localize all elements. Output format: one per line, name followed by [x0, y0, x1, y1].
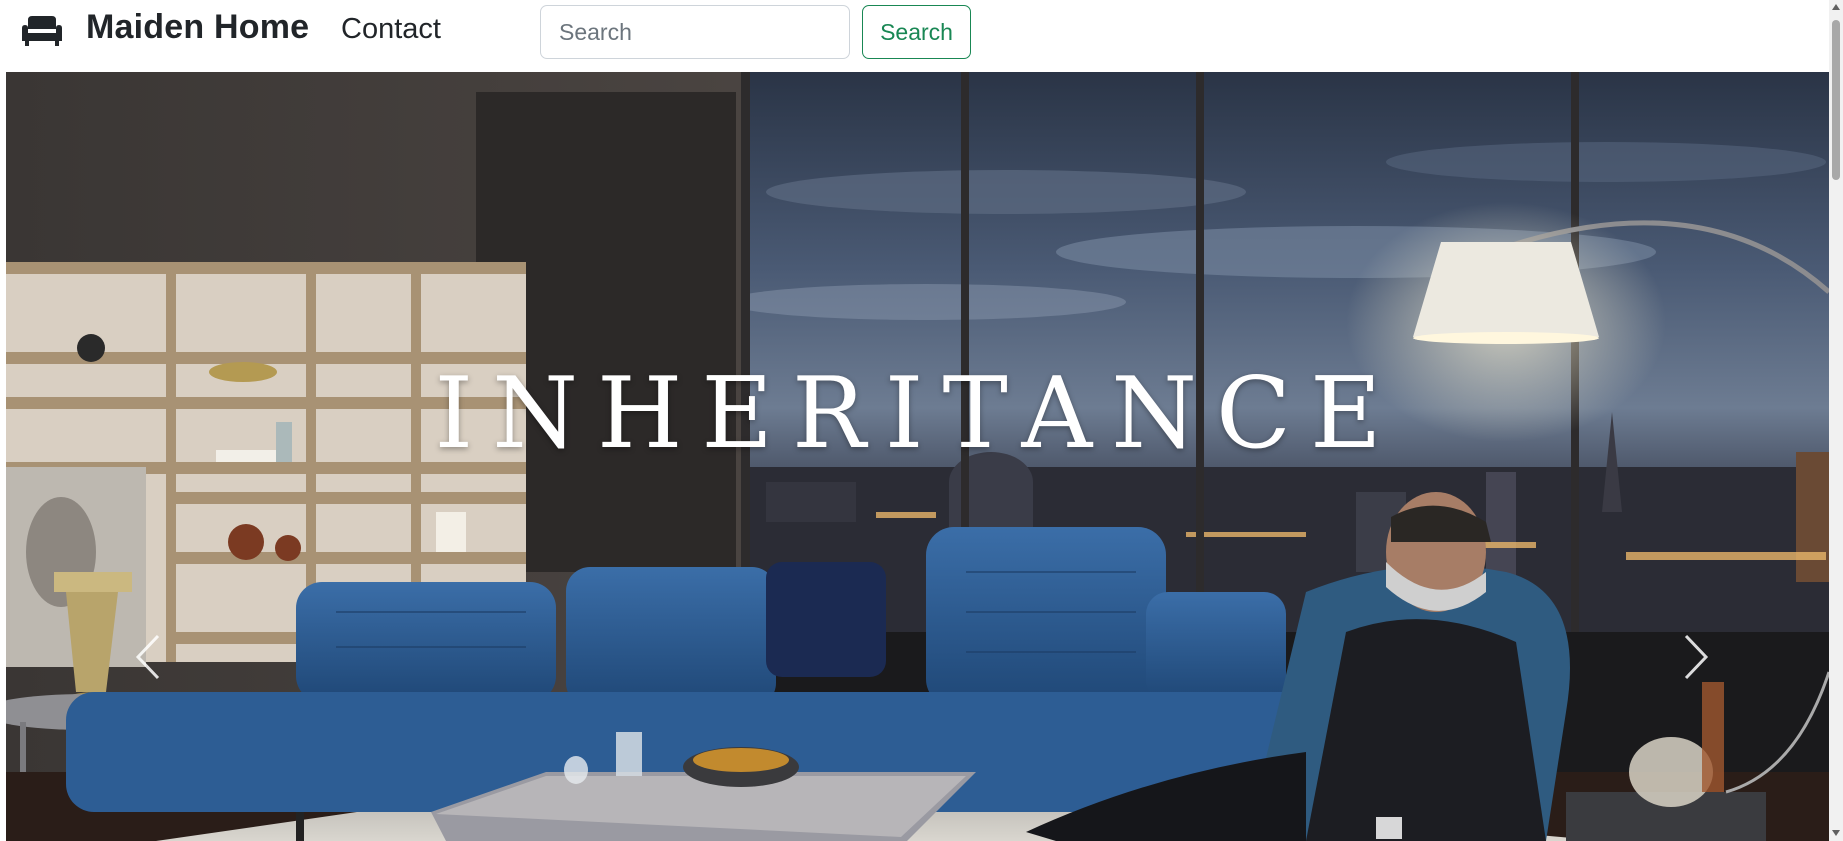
- carousel-prev-button[interactable]: [122, 620, 178, 694]
- chevron-right-icon: [1684, 634, 1709, 680]
- top-navbar: Maiden Home Contact Search: [0, 0, 1829, 71]
- hero-slide-title: INHERITANCE: [434, 357, 1401, 471]
- hero-carousel: INHERITANCE: [6, 72, 1829, 841]
- scrollbar-thumb[interactable]: [1832, 20, 1840, 180]
- nav-link-contact[interactable]: Contact: [341, 10, 441, 48]
- search-button[interactable]: Search: [862, 5, 971, 59]
- carousel-next-button[interactable]: [1666, 620, 1722, 694]
- scroll-up-arrow-icon[interactable]: [1831, 2, 1841, 12]
- page-scrollbar[interactable]: [1829, 0, 1843, 841]
- brand-link[interactable]: Maiden Home: [86, 6, 309, 48]
- scroll-down-arrow-icon[interactable]: [1831, 828, 1841, 838]
- sofa-icon: [22, 16, 62, 46]
- chevron-left-icon: [135, 634, 160, 680]
- search-input[interactable]: [540, 5, 850, 59]
